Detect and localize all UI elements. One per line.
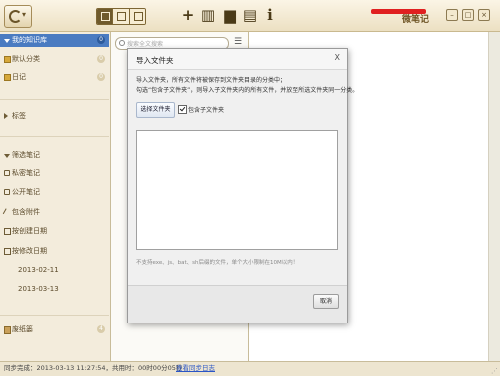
calendar-icon [4, 248, 11, 255]
dialog-description-line1: 导入文件夹，所有文件将被保存到文件夹目录的分类中； [136, 77, 287, 84]
sidebar-item-private-notes[interactable]: 私密笔记 [0, 167, 109, 180]
sidebar-item-tags[interactable]: 标签 [0, 110, 109, 123]
list-options-icon[interactable]: ☰ [233, 37, 243, 47]
expand-arrow-icon [4, 154, 10, 158]
maximize-button[interactable]: □ [462, 9, 474, 21]
calendar-icon [4, 228, 11, 235]
folder-icon [4, 74, 11, 81]
view-mode-split[interactable] [113, 9, 130, 24]
sidebar-item-label: 筛选笔记 [12, 151, 40, 159]
paperclip-icon [2, 208, 10, 216]
divider [0, 315, 109, 316]
import-folder-dialog: 导入文件夹 X 导入文件夹，所有文件将被保存到文件夹目录的分类中； 勾选“包含子… [127, 48, 358, 323]
sidebar-item-label: 日记 [12, 73, 26, 81]
status-bar: 同步完成：2013-03-13 11:27:54，共用时：00时00分05秒 查… [0, 361, 500, 376]
include-subfolders-label[interactable]: 包含子文件夹 [188, 105, 224, 114]
close-window-button[interactable]: × [478, 9, 490, 21]
chevron-down-icon: ▾ [22, 10, 27, 19]
minimize-button[interactable]: – [446, 9, 458, 21]
count-badge: 0 [97, 73, 105, 81]
view-mode-switcher [96, 8, 146, 25]
cancel-button[interactable]: 取消 [313, 294, 339, 309]
sidebar-item-label: 包含附件 [12, 208, 40, 216]
count-badge: 0 [97, 36, 105, 44]
sidebar-item-library[interactable]: 我的知识库 0 [0, 34, 109, 47]
layout-split-icon [117, 12, 127, 21]
dialog-description-line2: 勾选“包含子文件夹”，则导入子文件夹内的所有文件，并放至所选文件夹同一分类。 [136, 87, 359, 94]
print-icon[interactable]: ▤ [242, 7, 258, 23]
sidebar-item-filter[interactable]: 筛选笔记 [0, 149, 109, 162]
trash-icon [4, 326, 11, 334]
sidebar-item-label: 废纸篓 [12, 325, 33, 333]
scrollbar[interactable] [488, 32, 500, 361]
sidebar-item-label: 按修改日期 [12, 247, 47, 255]
sidebar-item-public-notes[interactable]: 公开笔记 [0, 186, 109, 199]
close-icon[interactable]: X [335, 53, 340, 62]
view-sync-log-link[interactable]: 查看同步日志 [176, 362, 215, 375]
sidebar-item-label: 按创建日期 [12, 227, 47, 235]
lock-icon [4, 170, 10, 176]
toolbar: ▾ + ▥ ▆ ▤ i 微笔记 – □ × [0, 0, 500, 32]
add-icon[interactable]: + [180, 7, 196, 23]
count-badge: 4 [97, 325, 105, 333]
notebook-icon[interactable]: ▥ [200, 7, 216, 23]
info-icon[interactable]: i [262, 7, 278, 23]
sync-status-text: 同步完成：2013-03-13 11:27:54，共用时：00时00分05秒 [4, 364, 183, 372]
dialog-header: 导入文件夹 X [128, 49, 347, 70]
sidebar-item-default-category[interactable]: 默认分类 0 [0, 53, 109, 66]
layout-full-icon [133, 12, 143, 21]
sidebar: 我的知识库 0 默认分类 0 日记 0 标签 筛选笔记 私密笔记 公开笔记 包含… [0, 32, 111, 361]
sidebar-item-label: 公开笔记 [12, 188, 40, 196]
sidebar-item-by-created-date[interactable]: 按创建日期 [0, 225, 109, 238]
expand-arrow-icon [4, 39, 10, 43]
search-placeholder: 搜索全文搜索 [127, 41, 164, 48]
sidebar-item-date-2013-03-13[interactable]: 2013-03-13 [0, 283, 109, 296]
sidebar-item-label: 我的知识库 [12, 36, 47, 44]
search-icon [119, 40, 125, 46]
sidebar-item-date-2013-02-11[interactable]: 2013-02-11 [0, 264, 109, 277]
include-subfolders-checkbox[interactable] [178, 105, 187, 114]
unlock-icon [4, 189, 10, 195]
layout-list-icon [101, 12, 110, 21]
file-restriction-note: 不支持exe、js、bat、sh后缀的文件，单个大小限制在10M以内！ [136, 260, 299, 266]
choose-folder-button[interactable]: 选择文件夹 [136, 102, 175, 118]
sidebar-item-by-modified-date[interactable]: 按修改日期 [0, 245, 109, 258]
divider [0, 136, 109, 137]
sidebar-item-label: 私密笔记 [12, 169, 40, 177]
dialog-title: 导入文件夹 [136, 56, 174, 65]
app-brand: 微笔记 [402, 15, 430, 25]
sidebar-item-label: 标签 [12, 112, 26, 120]
app-menu-icon [9, 10, 22, 23]
resize-grip-icon[interactable]: ⋰ [491, 365, 498, 378]
sidebar-item-diary[interactable]: 日记 0 [0, 71, 109, 84]
main-menu-button[interactable]: ▾ [4, 5, 32, 28]
sidebar-item-with-attachments[interactable]: 包含附件 [0, 206, 109, 219]
sidebar-item-label: 2013-03-13 [18, 285, 59, 293]
divider [0, 99, 109, 100]
view-mode-full[interactable] [129, 9, 145, 24]
sidebar-item-label: 默认分类 [12, 55, 40, 63]
trash-icon[interactable]: ▆ [222, 7, 238, 23]
folder-icon [4, 56, 11, 63]
view-mode-list[interactable] [97, 9, 114, 24]
sidebar-item-trash[interactable]: 废纸篓 4 [0, 323, 109, 336]
sidebar-item-label: 2013-02-11 [18, 266, 59, 274]
expand-arrow-icon [4, 113, 8, 119]
count-badge: 0 [97, 55, 105, 63]
folder-list-box[interactable] [136, 130, 338, 250]
